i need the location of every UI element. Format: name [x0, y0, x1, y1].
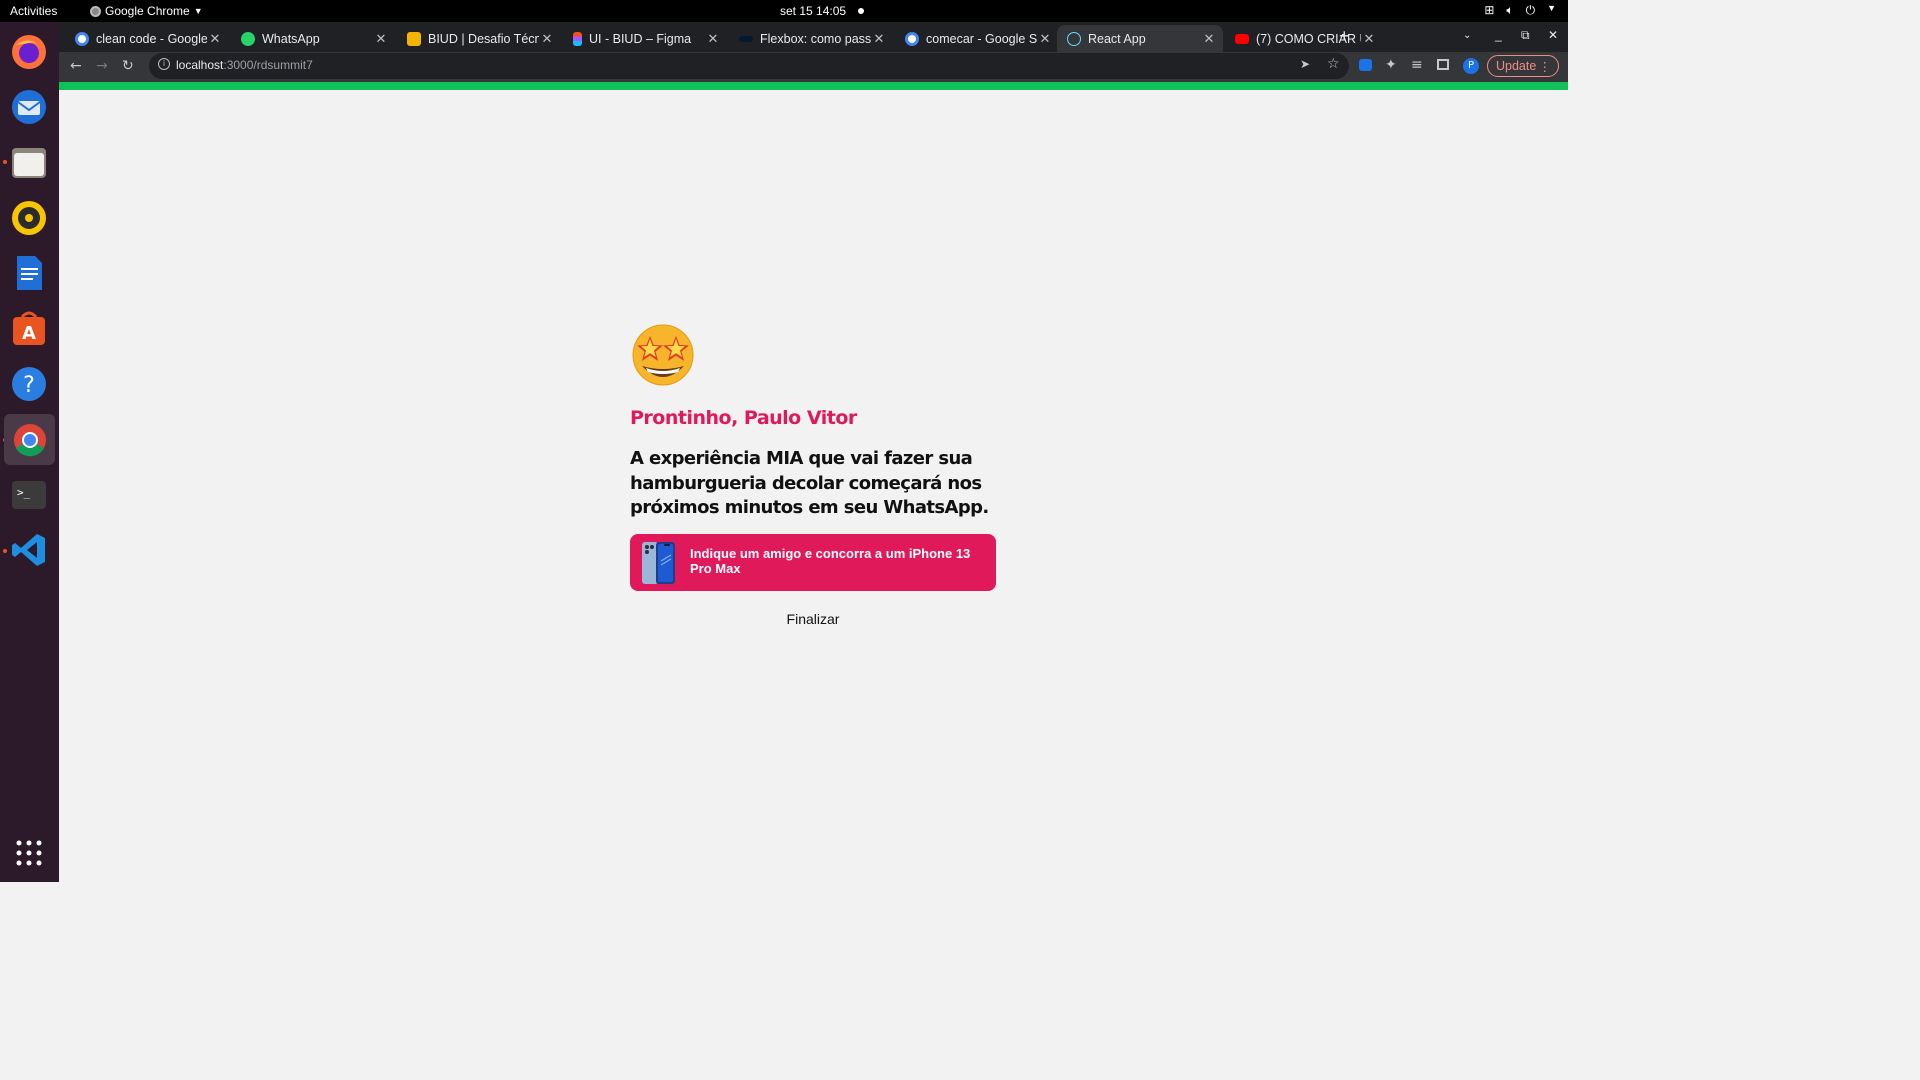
update-label: Update: [1496, 59, 1537, 73]
chevron-down-icon: ▼: [1547, 3, 1556, 13]
files-icon[interactable]: [10, 144, 48, 182]
close-icon[interactable]: ✕: [1201, 31, 1217, 47]
power-icon: ⏻: [1525, 3, 1536, 17]
site-info-icon[interactable]: i: [158, 58, 170, 70]
back-icon[interactable]: ←: [70, 58, 82, 74]
kebab-menu-icon: ⋮: [1538, 60, 1552, 74]
libreoffice-writer-icon[interactable]: [10, 254, 48, 292]
slides-icon: [407, 31, 421, 46]
tab[interactable]: UI - BIUD – Figma ✕: [563, 25, 727, 52]
network-icon: ⊞: [1484, 3, 1495, 17]
progress-bar: [59, 82, 1568, 90]
alura-icon: [739, 35, 753, 42]
whatsapp-icon: [241, 31, 255, 46]
tab[interactable]: (7) COMO CRIAR UM ✕: [1225, 25, 1383, 52]
close-icon[interactable]: ✕: [1037, 31, 1053, 47]
ubuntu-software-icon[interactable]: A: [10, 309, 48, 347]
iphone-image-icon: [641, 541, 676, 585]
dock: A ? >_: [0, 22, 59, 882]
restore-icon[interactable]: ⧉: [1521, 28, 1530, 43]
svg-text:?: ?: [23, 373, 35, 398]
tab[interactable]: Flexbox: como passa ✕: [729, 25, 893, 52]
close-icon[interactable]: ✕: [705, 31, 721, 47]
tab-title: comecar - Google Se: [926, 31, 1037, 46]
extension-meet-icon[interactable]: [1359, 59, 1372, 71]
url-host: localhost: [176, 58, 224, 72]
svg-text:>_: >_: [17, 486, 31, 499]
tab[interactable]: BIUD | Desafio Técni ✕: [397, 25, 561, 52]
close-window-icon[interactable]: ✕: [1548, 28, 1558, 42]
help-icon[interactable]: ?: [10, 365, 48, 403]
refer-friend-button[interactable]: Indique um amigo e concorra a um iPhone …: [630, 533, 996, 591]
tab[interactable]: comecar - Google Se ✕: [895, 25, 1059, 52]
youtube-icon: [1235, 33, 1249, 44]
chrome-icon[interactable]: [4, 414, 55, 465]
tab-title: WhatsApp: [262, 31, 320, 46]
progress-fill: [59, 82, 1568, 90]
forward-icon[interactable]: →: [96, 58, 108, 74]
finish-link[interactable]: Finalizar: [630, 611, 996, 627]
show-apps-icon[interactable]: [10, 834, 48, 872]
star-struck-emoji-icon: [630, 322, 696, 386]
tab-title: UI - BIUD – Figma: [589, 31, 692, 46]
close-icon[interactable]: ✕: [871, 31, 887, 47]
address-bar[interactable]: i localhost:3000/rdsummit7 ➤ ☆: [149, 53, 1349, 79]
close-icon[interactable]: ✕: [373, 31, 389, 47]
extensions-puzzle-icon[interactable]: ✦: [1385, 57, 1397, 73]
tab-title: Flexbox: como passa: [760, 31, 871, 46]
bookmark-star-icon[interactable]: ☆: [1327, 56, 1340, 72]
close-icon[interactable]: ✕: [1361, 31, 1377, 47]
clock[interactable]: set 15 14:05: [780, 4, 846, 18]
url-path: :3000/rdsummit7: [223, 58, 313, 72]
volume-icon: 🔈︎: [1506, 3, 1514, 17]
confirmation-message: A experiência MIA que vai fazer sua hamb…: [630, 448, 989, 518]
activities-button[interactable]: Activities: [10, 4, 57, 18]
vscode-icon[interactable]: [10, 531, 48, 569]
side-panel-icon[interactable]: [1437, 59, 1449, 70]
send-icon[interactable]: ➤: [1300, 57, 1310, 71]
system-tray[interactable]: ⊞ 🔈︎ ⏻ ▼: [1484, 3, 1556, 18]
tab-search-icon[interactable]: ⌄: [1463, 30, 1471, 41]
confirmation-panel: Prontinho, Paulo Vitor A experiência MIA…: [630, 322, 1000, 627]
browser-toolbar: ← → ↻ i localhost:3000/rdsummit7 ➤ ☆ ✦ ≡…: [59, 52, 1568, 82]
minimize-icon[interactable]: _: [1495, 28, 1502, 42]
reload-icon[interactable]: ↻: [122, 58, 134, 74]
close-icon[interactable]: ✕: [207, 31, 223, 47]
tab-title: React App: [1088, 31, 1146, 46]
tab-title: clean code - Google S: [96, 31, 207, 46]
rhythmbox-icon[interactable]: [10, 199, 48, 237]
tab-active[interactable]: React App ✕: [1057, 25, 1223, 52]
system-top-bar: Activities Google Chrome ▼ set 15 14:05 …: [0, 0, 1568, 22]
close-icon[interactable]: ✕: [539, 31, 555, 47]
svg-text:A: A: [22, 323, 36, 344]
app-menu[interactable]: Google Chrome ▼: [90, 4, 203, 18]
thunderbird-icon[interactable]: [10, 88, 48, 126]
tab[interactable]: WhatsApp ✕: [231, 25, 395, 52]
notification-dot-icon: [858, 8, 864, 14]
profile-avatar[interactable]: P: [1463, 58, 1479, 74]
tab[interactable]: clean code - Google S ✕: [65, 25, 229, 52]
figma-icon: [573, 31, 582, 46]
app-menu-label: Google Chrome: [105, 4, 190, 18]
react-icon: [1067, 31, 1081, 46]
update-button[interactable]: Update ⋮: [1487, 55, 1559, 77]
dock-running-indicator: [3, 160, 7, 164]
refer-friend-label: Indique um amigo e concorra a um iPhone …: [690, 545, 971, 576]
google-icon: [905, 31, 919, 46]
google-icon: [75, 31, 89, 46]
chrome-small-icon: [90, 5, 101, 17]
firefox-icon[interactable]: [10, 33, 48, 71]
terminal-icon[interactable]: >_: [10, 476, 48, 514]
tab-title: BIUD | Desafio Técni: [428, 31, 539, 46]
confirmation-title: Prontinho, Paulo Vitor: [630, 407, 857, 429]
new-tab-button[interactable]: +: [1339, 26, 1350, 47]
chevron-down-icon: ▼: [193, 6, 203, 16]
dock-running-indicator: [3, 549, 7, 553]
media-control-icon[interactable]: ≡: [1411, 57, 1423, 73]
url-text[interactable]: localhost:3000/rdsummit7: [176, 58, 313, 72]
